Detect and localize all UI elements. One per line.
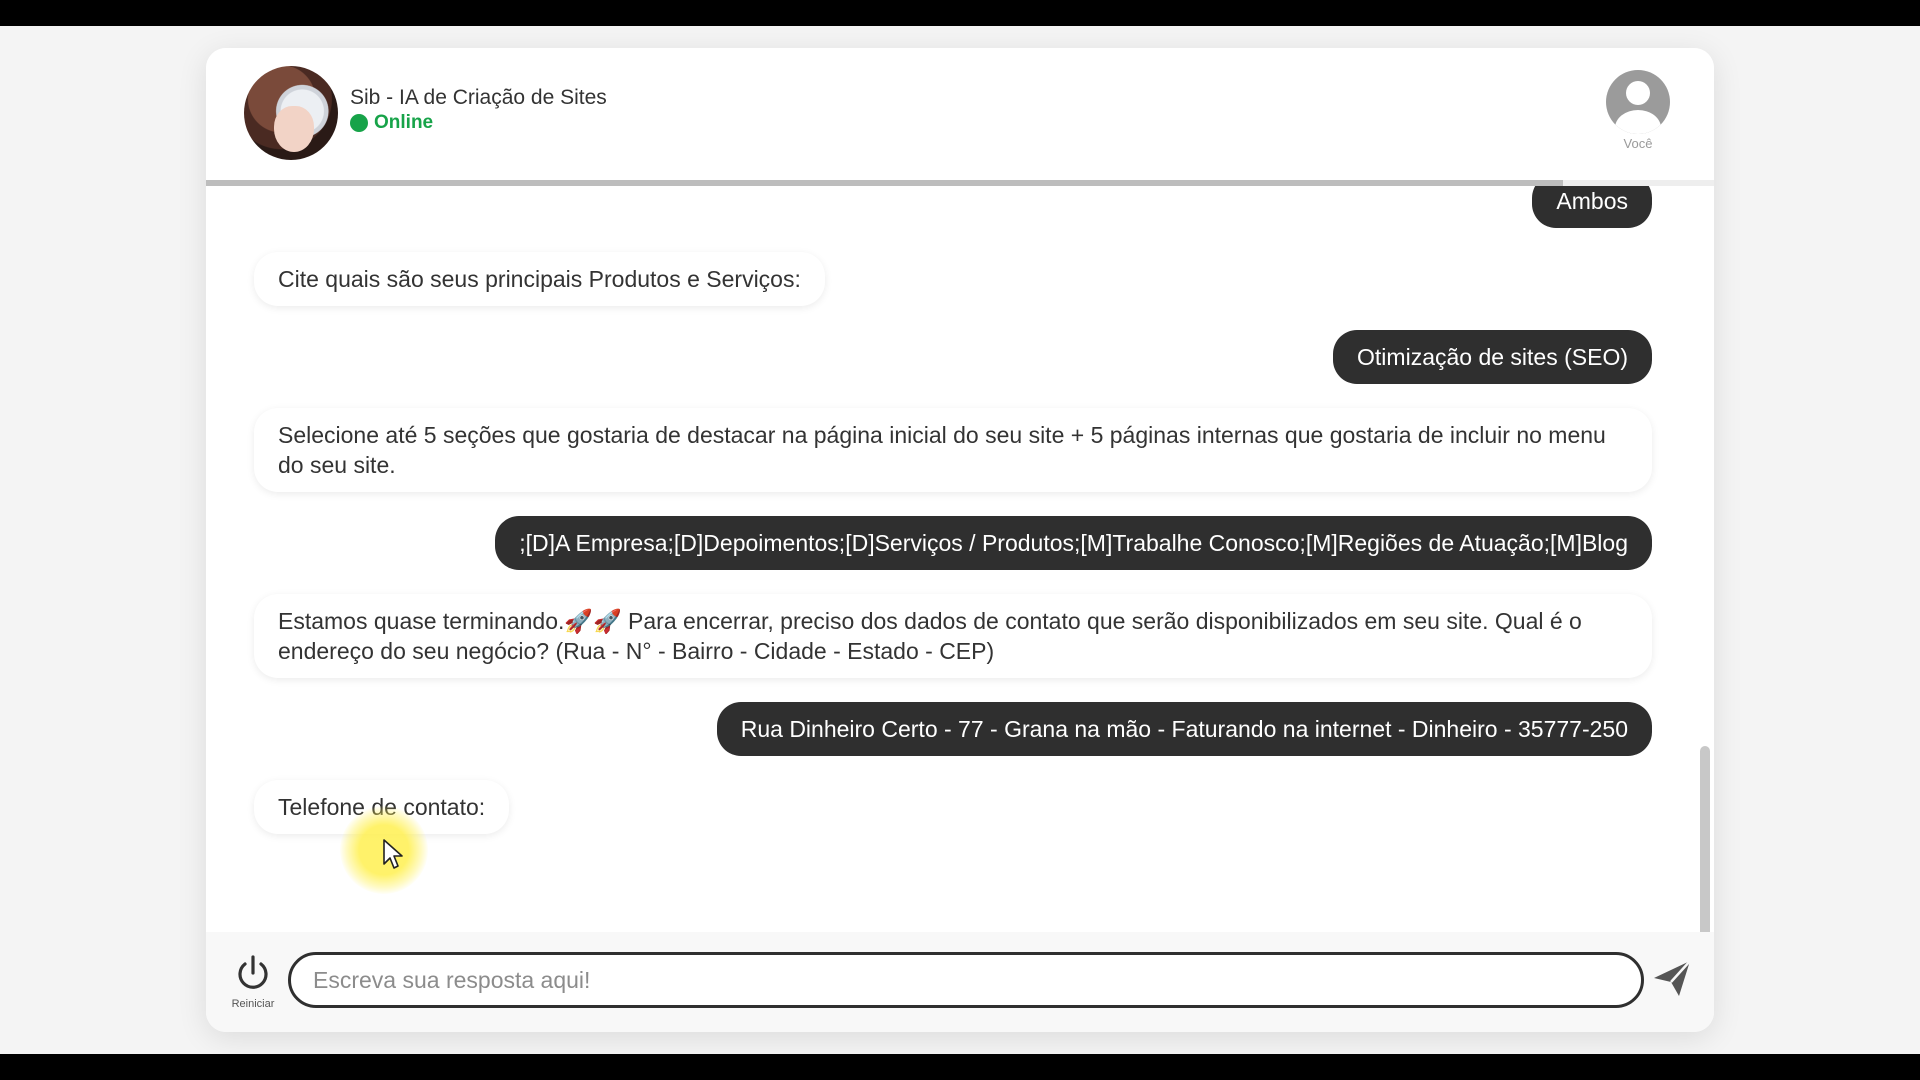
bot-message: Cite quais são seus principais Produtos … <box>254 252 825 306</box>
send-icon <box>1654 960 1691 996</box>
bot-message: Selecione até 5 seções que gostaria de d… <box>254 408 1652 492</box>
bot-message: Estamos quase terminando.🚀🚀 Para encerra… <box>254 594 1652 678</box>
chat-window: Sib - IA de Criação de Sites Online Você… <box>206 48 1714 1032</box>
scrollbar[interactable] <box>1700 746 1710 932</box>
letterbox-bottom <box>0 1054 1920 1080</box>
user-message: Otimização de sites (SEO) <box>1333 330 1652 384</box>
user-message: ;[D]A Empresa;[D]Depoimentos;[D]Serviços… <box>495 516 1652 570</box>
composer: Reiniciar <box>206 932 1714 1032</box>
restart-label: Reiniciar <box>231 998 275 1010</box>
message-input[interactable] <box>288 952 1644 1008</box>
power-icon <box>238 955 268 989</box>
letterbox-top <box>0 0 1920 26</box>
bot-name: Sib - IA de Criação de Sites <box>350 86 607 109</box>
mouse-cursor-icon <box>383 839 403 869</box>
online-status-dot <box>350 114 368 132</box>
chat-header: Sib - IA de Criação de Sites Online Você <box>206 48 1714 182</box>
user-message: Ambos <box>1532 186 1652 228</box>
online-status: Online <box>374 112 434 133</box>
bot-avatar <box>244 66 338 160</box>
user-message: Rua Dinheiro Certo - 77 - Grana na mão -… <box>716 702 1652 756</box>
user-avatar-icon <box>1606 70 1670 134</box>
send-button[interactable] <box>1650 956 1700 1006</box>
user-label: Você <box>1623 136 1653 151</box>
message-list: Ambos Cite quais são seus principais Pro… <box>206 186 1714 932</box>
restart-button[interactable]: Reiniciar <box>226 954 280 1016</box>
